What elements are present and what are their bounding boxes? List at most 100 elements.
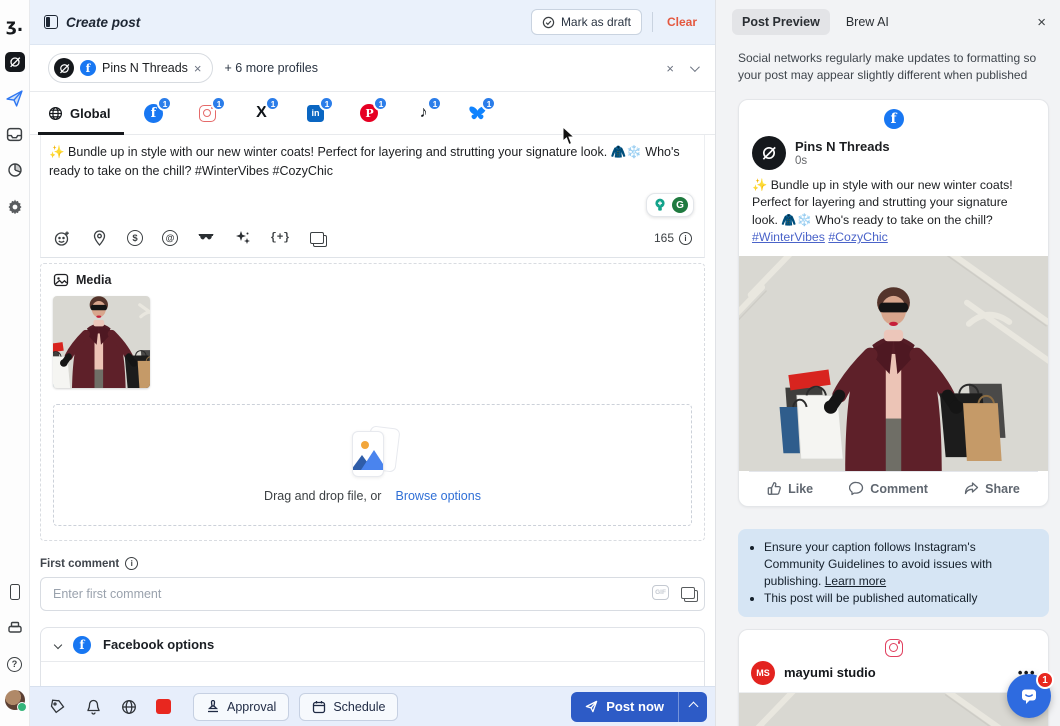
profile-name: Pins N Threads [102, 61, 188, 75]
variables-icon[interactable]: {+} [271, 229, 289, 247]
facebook-options-header[interactable]: f Facebook options [41, 628, 704, 662]
media-library-icon[interactable] [308, 229, 326, 247]
file-dropzone[interactable]: Drag and drop file, or Browse options [53, 404, 692, 526]
comment-bubble-icon [849, 481, 864, 496]
grammar-checker-icon[interactable]: G [672, 197, 688, 213]
tab-global[interactable]: Global [48, 92, 110, 134]
facebook-icon: f [73, 636, 91, 654]
browse-options-link[interactable]: Browse options [395, 489, 480, 503]
media-thumbnail[interactable] [53, 296, 150, 388]
location-pin-icon[interactable] [90, 229, 108, 247]
tab-instagram[interactable]: 1 [196, 102, 218, 124]
account-avatar: MS [751, 661, 775, 685]
tab-linkedin[interactable]: in 1 [304, 102, 326, 124]
first-comment-input[interactable] [40, 577, 705, 611]
globe-icon [48, 106, 63, 121]
nav-inbox[interactable] [4, 123, 26, 145]
send-icon [585, 700, 598, 713]
nav-settings[interactable] [4, 195, 26, 217]
tab-badge: 1 [265, 96, 280, 111]
tab-x-twitter[interactable]: X 1 [250, 102, 272, 124]
tab-badge: 1 [373, 96, 388, 111]
media-library-icon[interactable] [681, 587, 695, 599]
tab-post-preview[interactable]: Post Preview [732, 9, 830, 35]
approval-button[interactable]: Approval [193, 693, 289, 721]
first-comment-label: First comment [40, 558, 119, 570]
composer-header: Create post Mark as draft Clear [30, 0, 715, 45]
nav-print[interactable] [4, 617, 26, 639]
idea-lightbulb-icon[interactable] [652, 197, 668, 213]
mention-icon[interactable]: @ [162, 230, 178, 246]
help-icon: ? [7, 657, 22, 672]
left-icon-rail: ʒ. [0, 0, 30, 726]
pie-chart-icon [7, 162, 23, 178]
product-tag-icon[interactable]: $ [127, 230, 143, 246]
post-now-button[interactable]: Post now [571, 692, 678, 722]
tab-bluesky[interactable]: 1 [466, 102, 488, 124]
caption-textarea[interactable]: ✨ Bundle up in style with our new winter… [49, 143, 683, 189]
draft-icon [542, 16, 555, 29]
post-options-caret[interactable] [679, 692, 707, 722]
tab-badge: 1 [319, 96, 334, 111]
gif-picker-icon[interactable]: GIF [652, 585, 669, 600]
facebook-icon: f [884, 109, 904, 129]
network-tabs: Global f 1 1 X 1 in 1 [30, 92, 715, 135]
profile-selector-row: f Pins N Threads × + 6 more profiles × [30, 45, 715, 92]
facebook-actions-row: Like Comment Share [749, 471, 1038, 506]
close-panel-icon[interactable]: × [1037, 14, 1046, 31]
caption-editor: ✨ Bundle up in style with our new winter… [40, 135, 705, 258]
chevron-down-icon[interactable] [690, 62, 700, 72]
notice-bullet: This post will be published automaticall… [764, 590, 1037, 607]
workspace-avatar[interactable] [4, 51, 26, 73]
more-profiles-link[interactable]: + 6 more profiles [225, 61, 318, 75]
workspace-logo-icon [5, 52, 25, 72]
ai-assistant-icon[interactable] [234, 229, 252, 247]
image-placeholder-icon [350, 427, 396, 479]
gear-icon [7, 198, 23, 214]
nav-help[interactable]: ? [4, 653, 26, 675]
hashtag-link: #CozyChic [828, 230, 887, 244]
nav-publish[interactable] [4, 87, 26, 109]
tiktok-icon: ♪ [419, 104, 427, 122]
page-avatar [752, 136, 786, 170]
clear-button[interactable]: Clear [663, 15, 701, 29]
composer-body: f Pins N Threads × + 6 more profiles × [30, 45, 715, 686]
nav-mobile[interactable] [4, 581, 26, 603]
profile-chip[interactable]: f Pins N Threads × [48, 53, 213, 83]
nav-analytics[interactable] [4, 159, 26, 181]
share-arrow-icon [964, 481, 979, 496]
app-logo: ʒ. [4, 15, 26, 37]
chat-widget-button[interactable]: 1 [1007, 674, 1051, 718]
media-label: Media [76, 273, 111, 287]
red-label-swatch[interactable] [156, 699, 171, 714]
tab-badge: 1 [427, 96, 442, 111]
panel-toggle-icon[interactable] [44, 15, 58, 29]
schedule-button[interactable]: Schedule [299, 693, 398, 721]
notification-bell-icon[interactable] [84, 698, 102, 716]
meme-sunglasses-icon[interactable] [197, 229, 215, 247]
remove-profile-icon[interactable]: × [194, 61, 202, 76]
post-now-split-button: Post now [571, 692, 707, 722]
tab-brew-ai[interactable]: Brew AI [846, 15, 889, 29]
comment-button: Comment [849, 481, 928, 496]
like-button: Like [767, 481, 813, 496]
preview-panel: Post Preview Brew AI × Social networks r… [715, 0, 1060, 726]
learn-more-link[interactable]: Learn more [825, 574, 886, 588]
globe-icon[interactable] [120, 698, 138, 716]
tab-pinterest[interactable]: P 1 [358, 102, 380, 124]
label-tag-icon[interactable] [48, 698, 66, 716]
user-profile[interactable] [4, 689, 26, 711]
tab-tiktok[interactable]: ♪ 1 [412, 102, 434, 124]
emoji-picker-icon[interactable] [53, 229, 71, 247]
character-count: 165 i [654, 231, 692, 245]
paper-plane-icon [6, 90, 23, 107]
mark-as-draft-button[interactable]: Mark as draft [531, 9, 642, 35]
facebook-options-title: Facebook options [103, 637, 214, 652]
app-window: ʒ. [0, 0, 1060, 726]
info-icon[interactable]: i [125, 557, 138, 570]
notice-bullet: Ensure your caption follows Instagram's … [764, 539, 1037, 590]
info-icon[interactable]: i [679, 232, 692, 245]
chat-unread-badge: 1 [1036, 671, 1054, 689]
tab-facebook[interactable]: f 1 [142, 102, 164, 124]
clear-profiles-icon[interactable]: × [666, 61, 674, 76]
